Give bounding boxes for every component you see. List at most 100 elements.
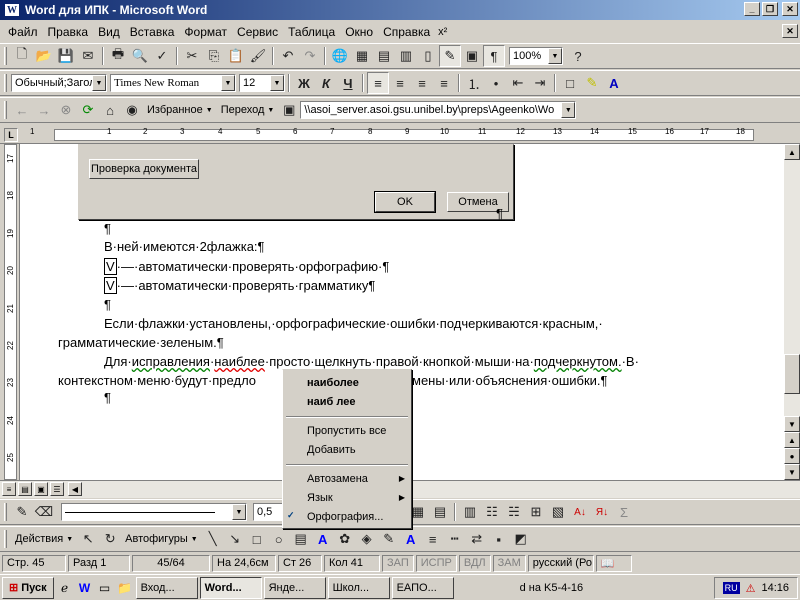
line-style-icon[interactable]: ≡ [422,528,444,550]
hyperlink-icon[interactable]: 🌐 [329,45,351,67]
underline-button[interactable]: Ч [337,72,359,94]
wordart-icon[interactable]: A [312,528,334,550]
drawing-icon[interactable]: ✎ [439,45,461,67]
task-button[interactable]: Янде... [263,576,326,599]
scroll-thumb[interactable] [784,354,800,394]
menu-edit[interactable]: Правка [44,24,95,40]
task-button[interactable]: Вход... [135,576,198,599]
status-ovr[interactable]: ЗАМ [492,554,526,572]
explorer-icon[interactable]: 📁 [116,579,134,597]
autocorrect-item[interactable]: Автозамена [307,473,368,485]
select-objects-icon[interactable]: ↖ [77,528,99,550]
rectangle-icon[interactable]: □ [246,528,268,550]
print-preview-icon[interactable]: 🔍 [129,45,151,67]
style-dropdown[interactable]: Обычный;Загол ▼ [11,74,107,92]
font-dropdown[interactable]: Times New Roman ▼ [110,74,236,92]
print-icon[interactable]: 🖶 [107,45,129,67]
menu-insert[interactable]: Вставка [126,24,181,40]
add-to-dictionary-item[interactable]: Добавить [307,444,356,456]
line-color-icon[interactable]: ✎ [378,528,400,550]
search-web-icon[interactable]: ◉ [121,99,143,121]
menu-superscript[interactable]: x² [438,26,447,38]
refresh-icon[interactable]: ⟳ [77,99,99,121]
back-icon[interactable]: ← [11,99,33,121]
menu-tools[interactable]: Сервис [233,24,284,40]
goto-button[interactable]: Переход ▼ [217,104,279,116]
columns-icon[interactable]: ▯ [417,45,439,67]
oval-icon[interactable]: ○ [268,528,290,550]
status-language[interactable]: русский (Ро [527,554,594,572]
redo-icon[interactable]: ↷ [299,45,321,67]
vertical-scrollbar[interactable]: ▲ ▼ ▲ ● ▼ [784,144,800,480]
status-trk[interactable]: ИСПР [415,554,457,572]
textbox-icon[interactable]: ▤ [290,528,312,550]
menu-table[interactable]: Таблица [284,24,341,40]
line-style-dropdown[interactable]: ▼ [61,503,247,521]
open-icon[interactable]: 📂 [33,45,55,67]
chevron-down-icon[interactable]: ▼ [561,102,576,118]
zoom-dropdown[interactable]: 100% ▼ [509,47,563,65]
shadow-icon[interactable]: ▪ [488,528,510,550]
language-item[interactable]: Язык [307,492,333,504]
paste-icon[interactable]: 📋 [225,45,247,67]
email-icon[interactable]: ✉ [77,45,99,67]
word-app-icon[interactable]: W [4,3,20,17]
chevron-down-icon[interactable]: ▼ [232,504,246,520]
justify-icon[interactable]: ≡ [433,72,455,94]
menu-window[interactable]: Окно [341,24,379,40]
spelling-status-icon[interactable]: 📖 [595,554,632,572]
task-button[interactable]: Школ... [327,576,390,599]
stop-icon[interactable]: ⊗ [55,99,77,121]
tab-selector[interactable]: L [4,128,18,142]
align-right-icon[interactable]: ≡ [411,72,433,94]
show-web-toolbar-icon[interactable]: ▣ [278,99,300,121]
menu-file[interactable]: Файл [4,24,44,40]
borders-icon[interactable]: □ [559,72,581,94]
text-color-icon[interactable]: A [400,528,422,550]
dash-style-icon[interactable]: ┅ [444,528,466,550]
sort-asc-icon[interactable]: А↓ [569,501,591,523]
ie-icon[interactable]: ℯ [56,579,74,597]
3d-icon[interactable]: ◩ [510,528,532,550]
print-view-icon[interactable]: ▣ [34,482,48,496]
show-formatting-icon[interactable]: ¶ [483,45,505,67]
spelling-icon[interactable]: ✓ [151,45,173,67]
close-button[interactable]: ✕ [782,2,798,16]
help-icon[interactable]: ? [567,45,589,67]
increase-indent-icon[interactable]: ⇥ [529,72,551,94]
save-icon[interactable]: 💾 [55,45,77,67]
word-icon[interactable]: W [76,579,94,597]
antivirus-icon[interactable]: ⚠ [746,582,756,595]
minimize-button[interactable]: _ [744,2,760,16]
ruler-strip[interactable] [54,129,754,141]
autoshapes-button[interactable]: Автофигуры ▼ [121,533,202,545]
font-size-dropdown[interactable]: 12 ▼ [239,74,285,92]
format-painter-icon[interactable]: 🖌 [247,45,269,67]
insert-excel-icon[interactable]: ▥ [395,45,417,67]
merge-cells-icon[interactable]: ▤ [429,501,451,523]
favorites-button[interactable]: Избранное ▼ [143,104,217,116]
align-center-icon[interactable]: ≡ [389,72,411,94]
line-icon[interactable]: ╲ [202,528,224,550]
home-icon[interactable]: ⌂ [99,99,121,121]
outline-view-icon[interactable]: ☰ [50,482,64,496]
scroll-up-button[interactable]: ▲ [784,144,800,160]
language-indicator[interactable]: RU [722,582,740,594]
decrease-indent-icon[interactable]: ⇤ [507,72,529,94]
ok-button[interactable]: OK [374,191,436,213]
copy-icon[interactable]: ⎘ [203,45,225,67]
undo-icon[interactable]: ↶ [277,45,299,67]
bold-button[interactable]: Ж [293,72,315,94]
fill-color-icon[interactable]: ◈ [356,528,378,550]
insert-table-icon[interactable]: ▤ [373,45,395,67]
browse-object-button[interactable]: ● [784,448,800,464]
address-field[interactable]: \\asoi_server.asoi.gsu.unibel.by\preps\A… [300,101,577,119]
prev-page-button[interactable]: ▲ [784,432,800,448]
menu-view[interactable]: Вид [94,24,126,40]
status-ext[interactable]: ВДЛ [458,554,491,572]
actions-button[interactable]: Действия ▼ [11,533,77,545]
numbering-icon[interactable]: ⒈ [463,72,485,94]
ignore-all-item[interactable]: Пропустить все [307,425,386,437]
chevron-down-icon[interactable]: ▼ [548,48,562,64]
highlight-icon[interactable]: ✎ [581,72,603,94]
